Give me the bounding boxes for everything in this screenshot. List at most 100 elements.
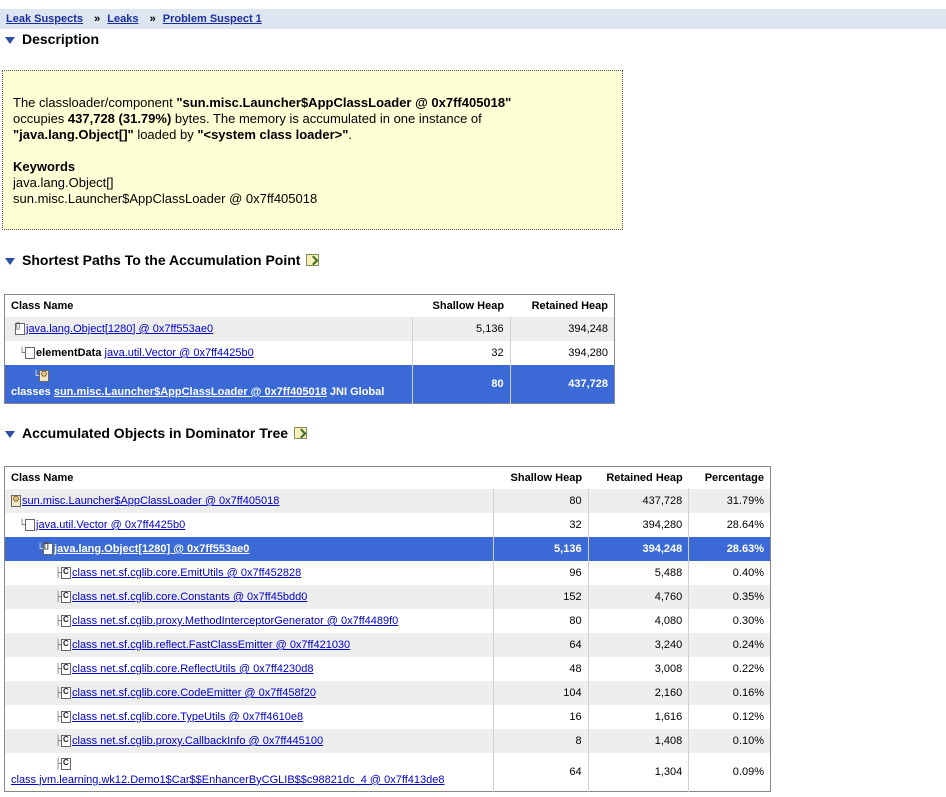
class-icon	[61, 567, 72, 580]
percentage-cell: 31.79%	[688, 489, 771, 513]
table-row[interactable]: sun.misc.Launcher$AppClassLoader @ 0x7ff…	[4, 489, 771, 513]
dominator-heading: Accumulated Objects in Dominator Tree	[22, 425, 289, 441]
class-name-cell: sun.misc.Launcher$AppClassLoader @ 0x7ff…	[4, 489, 493, 513]
object-link[interactable]: class net.sf.cglib.reflect.FastClassEmit…	[72, 639, 350, 651]
class-name-cell: ├class net.sf.cglib.core.TypeUtils @ 0x7…	[5, 705, 494, 729]
retained-heap-cell: 1,616	[587, 705, 689, 729]
table-row-selected[interactable]: └ classes sun.misc.Launcher$AppClassLoad…	[4, 365, 615, 403]
breadcrumb-separator: »	[94, 13, 101, 25]
object-link[interactable]: class net.sf.cglib.core.TypeUtils @ 0x7f…	[72, 711, 303, 723]
object-link[interactable]: sun.misc.Launcher$AppClassLoader @ 0x7ff…	[54, 386, 327, 398]
object-link[interactable]: java.util.Vector @ 0x7ff4425b0	[105, 347, 254, 359]
percentage-cell: 0.30%	[688, 609, 771, 633]
array-object-icon	[43, 543, 54, 556]
dominator-section-header[interactable]: Accumulated Objects in Dominator Tree	[5, 425, 308, 441]
class-name-cell: ├class net.sf.cglib.core.ReflectUtils @ …	[5, 657, 494, 681]
shallow-heap-cell: 80	[492, 489, 589, 513]
desc-instance-type: "java.lang.Object[]"	[13, 127, 134, 142]
collapse-triangle-icon[interactable]	[5, 36, 15, 44]
table-row[interactable]: ├class net.sf.cglib.proxy.CallbackInfo @…	[4, 729, 771, 753]
object-link[interactable]: java.lang.Object[1280] @ 0x7ff553ae0	[54, 543, 249, 555]
table-row-selected[interactable]: └java.lang.Object[1280] @ 0x7ff553ae05,1…	[4, 537, 771, 561]
object-link[interactable]: sun.misc.Launcher$AppClassLoader @ 0x7ff…	[22, 495, 279, 507]
breadcrumb-separator: »	[149, 13, 156, 25]
percentage-cell: 0.10%	[688, 729, 771, 753]
percentage-cell: 0.22%	[688, 657, 771, 681]
table-row[interactable]: ├class net.sf.cglib.core.TypeUtils @ 0x7…	[5, 705, 771, 729]
description-box: The classloader/component "sun.misc.Laun…	[2, 70, 623, 230]
collapse-triangle-icon[interactable]	[5, 257, 15, 265]
paths-section-header[interactable]: Shortest Paths To the Accumulation Point	[5, 252, 320, 268]
collapse-triangle-icon[interactable]	[5, 430, 15, 438]
retained-heap-cell: 394,280	[587, 513, 689, 537]
class-icon	[61, 757, 72, 770]
col-shallow-heap[interactable]: Shallow Heap	[412, 294, 511, 317]
field-name: elementData	[36, 346, 102, 359]
percentage-cell: 0.12%	[688, 705, 771, 729]
col-retained-heap[interactable]: Retained Heap	[510, 294, 615, 317]
table-row[interactable]: └ elementData java.util.Vector @ 0x7ff442…	[5, 341, 615, 365]
retained-heap-cell: 3,240	[587, 633, 689, 657]
paths-table: Class Name Shallow Heap Retained Heap ja…	[4, 294, 615, 404]
keyword-item: sun.misc.Launcher$AppClassLoader @ 0x7ff…	[13, 191, 318, 206]
object-link[interactable]: class jvm.learning.wk12.Demo1$Car$$Enhan…	[11, 774, 445, 786]
table-row[interactable]: ├class net.sf.cglib.core.CodeEmitter @ 0…	[4, 681, 771, 705]
shallow-heap-cell: 5,136	[411, 317, 511, 341]
table-row[interactable]: ├class net.sf.cglib.reflect.FastClassEmi…	[4, 633, 771, 657]
shallow-heap-cell: 32	[411, 341, 511, 365]
table-row[interactable]: ├class net.sf.cglib.core.Constants @ 0x7…	[4, 585, 771, 609]
class-name-cell: ├class net.sf.cglib.core.CodeEmitter @ 0…	[4, 681, 493, 705]
object-link[interactable]: class net.sf.cglib.core.CodeEmitter @ 0x…	[72, 687, 316, 699]
table-row[interactable]: ├class jvm.learning.wk12.Demo1$Car$$Enha…	[5, 753, 771, 791]
table-row[interactable]: ├class net.sf.cglib.proxy.MethodIntercep…	[5, 609, 771, 633]
retained-heap-cell: 437,728	[509, 365, 615, 403]
percentage-cell: 0.16%	[688, 681, 771, 705]
table-row[interactable]: java.lang.Object[1280] @ 0x7ff553ae0 5,1…	[4, 317, 615, 341]
percentage-cell: 28.63%	[688, 537, 771, 561]
table-row[interactable]: ├class net.sf.cglib.core.ReflectUtils @ …	[5, 657, 771, 681]
keywords-title: Keywords	[13, 159, 76, 174]
percentage-cell: 0.40%	[688, 561, 771, 585]
object-link[interactable]: class net.sf.cglib.core.ReflectUtils @ 0…	[72, 663, 313, 675]
class-name-cell: ├class net.sf.cglib.core.EmitUtils @ 0x7…	[5, 561, 494, 585]
table-row[interactable]: ├class net.sf.cglib.core.EmitUtils @ 0x7…	[5, 561, 771, 585]
col-class-name[interactable]: Class Name	[4, 294, 412, 317]
shallow-heap-cell: 48	[492, 657, 589, 681]
field-name: classes	[11, 385, 51, 398]
class-name-cell: └ elementData java.util.Vector @ 0x7ff442…	[5, 341, 413, 365]
object-link[interactable]: class net.sf.cglib.core.EmitUtils @ 0x7f…	[72, 567, 301, 579]
table-row[interactable]: └ java.util.Vector @ 0x7ff4425b0 32 394,280…	[5, 513, 771, 537]
description-section-header[interactable]: Description	[5, 31, 99, 47]
object-link[interactable]: java.util.Vector @ 0x7ff4425b0	[36, 519, 185, 531]
class-name-cell: └java.lang.Object[1280] @ 0x7ff553ae0	[4, 537, 493, 561]
col-class-name[interactable]: Class Name	[4, 466, 493, 489]
object-link[interactable]: class net.sf.cglib.core.Constants @ 0x7f…	[72, 591, 307, 603]
desc-text: loaded by	[133, 127, 198, 142]
shallow-heap-cell: 16	[492, 705, 589, 729]
object-link[interactable]: java.lang.Object[1280] @ 0x7ff553ae0	[26, 323, 213, 335]
open-in-editor-icon[interactable]	[306, 254, 320, 266]
retained-heap-cell: 1,304	[587, 753, 689, 791]
breadcrumb-problem-suspect-1[interactable]: Problem Suspect 1	[163, 13, 262, 25]
retained-heap-cell: 2,160	[587, 681, 689, 705]
desc-text: occupies	[13, 111, 68, 126]
col-retained-heap[interactable]: Retained Heap	[588, 466, 689, 489]
breadcrumb-leaks[interactable]: Leaks	[107, 13, 138, 25]
description-text: The classloader/component "sun.misc.Laun…	[13, 95, 612, 143]
class-name-cell: ├class net.sf.cglib.core.Constants @ 0x7…	[4, 585, 493, 609]
object-link[interactable]: class net.sf.cglib.proxy.CallbackInfo @ …	[72, 735, 323, 747]
breadcrumb: Leak Suspects » Leaks » Problem Suspect …	[0, 9, 946, 29]
col-percentage[interactable]: Percentage	[688, 466, 771, 489]
class-icon	[61, 615, 72, 628]
col-shallow-heap[interactable]: Shallow Heap	[493, 466, 589, 489]
breadcrumb-leak-suspects[interactable]: Leak Suspects	[6, 13, 83, 25]
object-link[interactable]: class net.sf.cglib.proxy.MethodIntercept…	[72, 615, 398, 627]
shallow-heap-cell: 32	[492, 513, 589, 537]
shallow-heap-cell: 64	[492, 633, 589, 657]
desc-bytes: 437,728 (31.79%)	[67, 111, 172, 126]
class-name-cell: └ classes sun.misc.Launcher$AppClassLoad…	[4, 365, 412, 403]
open-in-editor-icon[interactable]	[294, 427, 308, 439]
shallow-heap-cell: 64	[492, 753, 589, 791]
classloader-icon	[11, 494, 21, 508]
gc-root-label: JNI Global	[329, 385, 385, 398]
